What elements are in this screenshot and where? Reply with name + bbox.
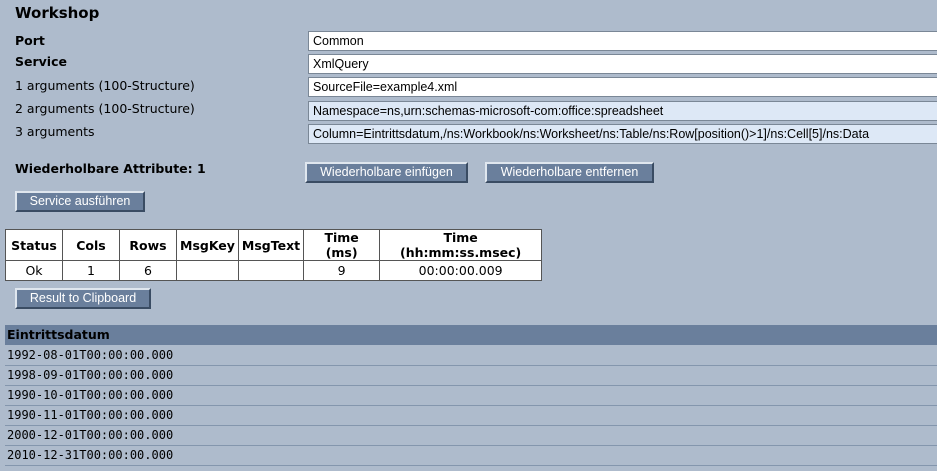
insert-repeatable-button[interactable]: Wiederholbare einfügen	[305, 162, 468, 183]
arg1-label: 1 arguments (100-Structure)	[15, 78, 195, 93]
result-row: 1998-09-01T00:00:00.000	[5, 366, 937, 386]
result-row: 2000-12-01T00:00:00.000	[5, 426, 937, 446]
port-field[interactable]: Common	[308, 31, 937, 51]
result-row: 1992-08-01T00:00:00.000	[5, 346, 937, 366]
stats-header: Time (hh:mm:ss.msec)	[379, 229, 543, 261]
result-to-clipboard-button[interactable]: Result to Clipboard	[15, 288, 151, 309]
stats-cell-time-ms: 9	[303, 260, 381, 281]
page-title: Workshop	[15, 4, 100, 22]
result-row: 1990-11-01T00:00:00.000	[5, 406, 937, 426]
stats-header-row: Status Cols Rows MsgKey MsgText Time (ms…	[5, 229, 543, 261]
stats-header: Time (ms)	[303, 229, 381, 261]
stats-cell-msgtext	[237, 260, 305, 281]
stats-row: Ok 1 6 9 00:00:00.009	[5, 260, 543, 281]
run-service-button[interactable]: Service ausführen	[15, 191, 145, 212]
arg2-label: 2 arguments (100-Structure)	[15, 101, 195, 116]
repeatable-count: Wiederholbare Attribute: 1	[15, 161, 206, 176]
service-label: Service	[15, 54, 67, 69]
arg3-label: 3 arguments	[15, 124, 95, 139]
arg2-field[interactable]: Namespace=ns,urn:schemas-microsoft-com:o…	[308, 101, 937, 121]
stats-header: MsgKey	[176, 229, 239, 261]
service-field[interactable]: XmlQuery	[308, 54, 937, 74]
stats-cell-status: Ok	[5, 260, 63, 281]
stats-cell-msgkey	[176, 260, 239, 281]
stats-header: MsgText	[237, 229, 305, 261]
stats-cell-cols: 1	[62, 260, 120, 281]
stats-header: Rows	[119, 229, 177, 261]
result-column-header: Eintrittsdatum	[5, 325, 937, 345]
arg1-field[interactable]: SourceFile=example4.xml	[308, 77, 937, 97]
result-row: 2010-12-31T00:00:00.000	[5, 446, 937, 466]
stats-header: Status	[5, 229, 63, 261]
port-label: Port	[15, 33, 45, 48]
stats-cell-time-hms: 00:00:00.009	[379, 260, 543, 281]
arg3-field[interactable]: Column=Eintrittsdatum,/ns:Workbook/ns:Wo…	[308, 124, 937, 144]
stats-table: Status Cols Rows MsgKey MsgText Time (ms…	[5, 229, 543, 281]
stats-header: Cols	[62, 229, 120, 261]
stats-cell-rows: 6	[119, 260, 177, 281]
remove-repeatable-button[interactable]: Wiederholbare entfernen	[485, 162, 654, 183]
result-row: 1990-10-01T00:00:00.000	[5, 386, 937, 406]
